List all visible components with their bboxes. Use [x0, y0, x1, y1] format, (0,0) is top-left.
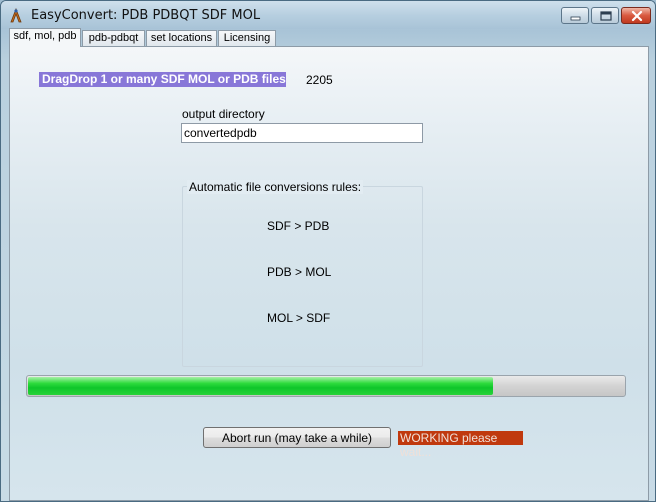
minimize-button[interactable]: [561, 7, 589, 24]
status-label: WORKING please wait...: [398, 431, 523, 459]
file-count: 2205: [306, 73, 333, 87]
rule-sdf-to-pdb: SDF > PDB: [267, 219, 330, 233]
tab-set-locations[interactable]: set locations: [146, 30, 217, 47]
app-icon: [10, 8, 22, 23]
window-title: EasyConvert: PDB PDBQT SDF MOL: [31, 8, 261, 23]
rule-mol-to-sdf: MOL > SDF: [267, 311, 331, 325]
output-directory-label: output directory: [182, 107, 265, 121]
close-button[interactable]: [621, 7, 651, 24]
progress-bar-fill: [28, 377, 493, 395]
maximize-icon: [600, 11, 612, 21]
tab-licensing[interactable]: Licensing: [218, 30, 276, 47]
abort-run-button[interactable]: Abort run (may take a while): [203, 427, 391, 448]
title-bar[interactable]: EasyConvert: PDB PDBQT SDF MOL: [1, 1, 655, 29]
drag-drop-zone[interactable]: DragDrop 1 or many SDF MOL or PDB files: [39, 72, 286, 87]
progress-bar: [26, 375, 626, 397]
output-directory-input[interactable]: [181, 123, 423, 143]
tab-sdf-mol-pdb[interactable]: sdf, mol, pdb: [9, 28, 81, 47]
tab-pdb-pdbqt[interactable]: pdb-pdbqt: [82, 30, 145, 47]
maximize-button[interactable]: [591, 7, 619, 24]
conversion-rules-title: Automatic file conversions rules:: [187, 180, 364, 194]
minimize-icon: [570, 16, 581, 21]
app-window: EasyConvert: PDB PDBQT SDF MOL sdf, mol,…: [0, 0, 656, 502]
rule-pdb-to-mol: PDB > MOL: [267, 265, 332, 279]
close-icon: [631, 10, 643, 22]
